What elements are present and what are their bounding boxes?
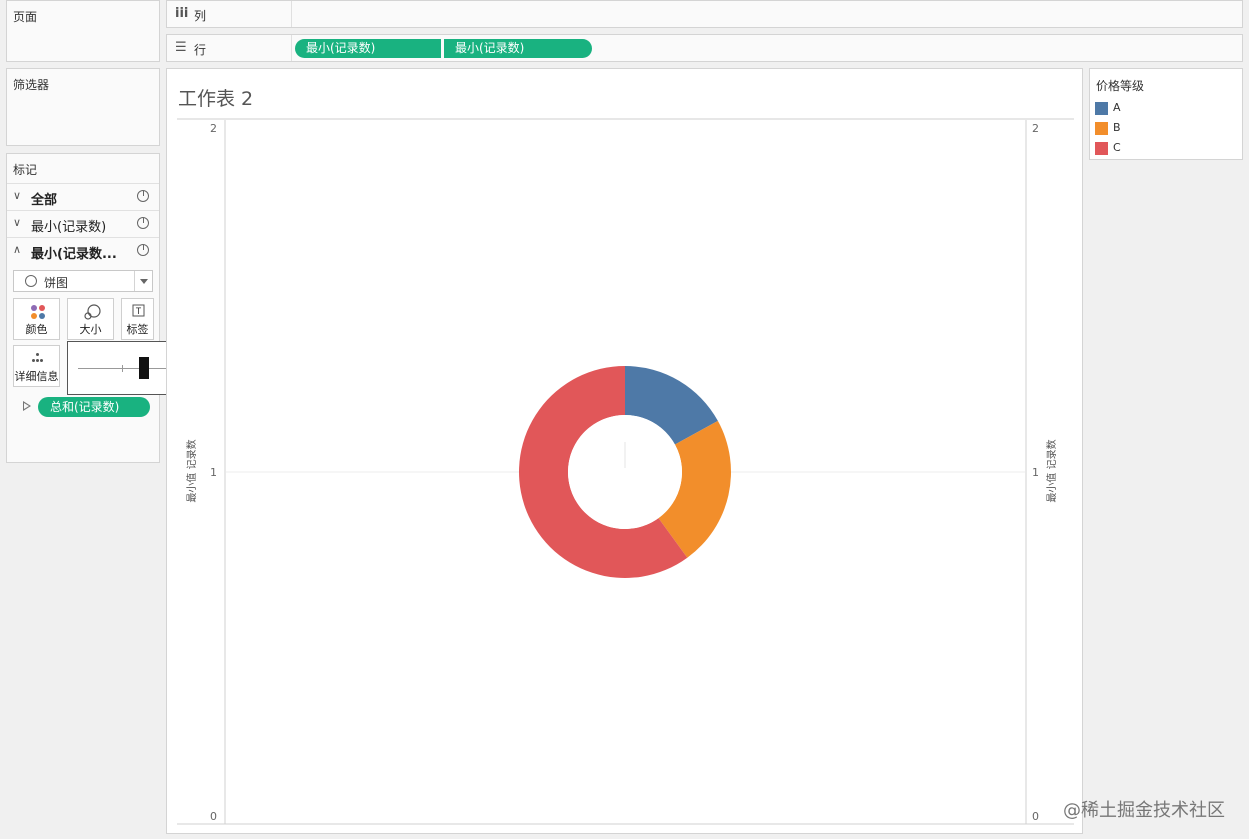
pie-chart-icon bbox=[137, 217, 149, 229]
chart-canvas: 0 1 2 0 1 2 最小值 记录数 最小值 记录数 bbox=[177, 118, 1074, 825]
chevron-down-icon: ∨ bbox=[13, 216, 22, 229]
legend-label: B bbox=[1113, 121, 1121, 134]
y-tick-label: 2 bbox=[1032, 122, 1039, 135]
legend-swatch-a bbox=[1095, 102, 1108, 115]
donut-hole bbox=[568, 415, 682, 529]
y-axis-title-right: 最小值 记录数 bbox=[1045, 439, 1058, 502]
filters-card[interactable]: 筛选器 bbox=[6, 68, 160, 146]
y-axis-title-left: 最小值 记录数 bbox=[185, 439, 198, 502]
pie-chart-icon bbox=[137, 190, 149, 202]
marks-row-label: 最小(记录数) bbox=[31, 220, 107, 235]
size-slider-thumb[interactable] bbox=[138, 357, 149, 379]
watermark: @稀土掘金技术社区 bbox=[1063, 800, 1225, 821]
legend-label: C bbox=[1113, 141, 1121, 154]
color-button-label: 颜色 bbox=[25, 323, 48, 336]
legend-title: 价格等级 bbox=[1096, 79, 1145, 93]
pages-card[interactable]: 页面 bbox=[6, 0, 160, 62]
label-encoding-icon bbox=[23, 401, 31, 411]
columns-icon: iii bbox=[175, 6, 189, 21]
marks-card: 标记 ∨ 全部 ∨ 最小(记录数) ∧ 最小(记录数... 饼图 颜色 大小 T… bbox=[6, 153, 160, 463]
slider-tick bbox=[122, 365, 123, 372]
detail-button-label: 详细信息 bbox=[14, 370, 59, 383]
rows-shelf-header: ☰ 行 bbox=[167, 35, 292, 61]
color-legend: 价格等级 A B C bbox=[1089, 68, 1243, 160]
row-pill[interactable]: 最小(记录数) bbox=[295, 39, 441, 58]
label-button-label: 标签 bbox=[126, 323, 149, 336]
size-circles-icon bbox=[84, 304, 101, 320]
pie-chart-icon bbox=[25, 275, 37, 287]
legend-label: A bbox=[1113, 101, 1121, 114]
columns-shelf-header: iii 列 bbox=[167, 1, 292, 27]
size-button-label: 大小 bbox=[79, 323, 102, 336]
filters-title: 筛选器 bbox=[13, 78, 50, 92]
pie-chart-icon bbox=[137, 244, 149, 256]
chevron-down-icon: ∨ bbox=[13, 189, 22, 202]
detail-button[interactable]: 详细信息 bbox=[13, 345, 60, 387]
columns-shelf[interactable]: iii 列 bbox=[166, 0, 1243, 28]
chevron-up-icon: ∧ bbox=[13, 243, 22, 256]
y-tick-label: 1 bbox=[210, 466, 217, 479]
y-tick-label: 0 bbox=[210, 810, 217, 823]
row-pill[interactable]: 最小(记录数) bbox=[444, 39, 592, 58]
marks-row-label: 全部 bbox=[31, 193, 58, 208]
svg-text:T: T bbox=[136, 306, 142, 316]
pages-title: 页面 bbox=[13, 10, 38, 24]
rows-icon: ☰ bbox=[175, 40, 187, 55]
size-button[interactable]: 大小 bbox=[67, 298, 114, 340]
legend-swatch-c bbox=[1095, 142, 1108, 155]
columns-label: 列 bbox=[194, 9, 207, 23]
y-tick-label: 0 bbox=[1032, 810, 1039, 823]
marks-row-all[interactable]: ∨ 全部 bbox=[7, 183, 159, 209]
rows-label: 行 bbox=[194, 43, 207, 57]
marks-row-min-2[interactable]: ∧ 最小(记录数... bbox=[7, 237, 159, 263]
mark-type-dropdown[interactable]: 饼图 bbox=[13, 270, 153, 292]
marks-title: 标记 bbox=[13, 163, 38, 177]
worksheet-view: 工作表 2 012 012 最小值 记录数 最小值 记录数 bbox=[166, 68, 1083, 834]
marks-row-min-1[interactable]: ∨ 最小(记录数) bbox=[7, 210, 159, 236]
marks-row-label: 最小(记录数... bbox=[31, 247, 117, 262]
y-tick-label: 1 bbox=[1032, 466, 1039, 479]
legend-swatch-b bbox=[1095, 122, 1108, 135]
label-field-pill[interactable]: 总和(记录数) bbox=[38, 397, 150, 417]
text-label-icon: T bbox=[132, 304, 145, 317]
color-button[interactable]: 颜色 bbox=[13, 298, 60, 340]
rows-shelf[interactable]: ☰ 行 最小(记录数) 最小(记录数) bbox=[166, 34, 1243, 62]
y-tick-label: 2 bbox=[210, 122, 217, 135]
mark-type-value: 饼图 bbox=[44, 276, 69, 290]
chevron-down-icon[interactable] bbox=[134, 271, 152, 291]
label-button[interactable]: T 标签 bbox=[121, 298, 154, 340]
